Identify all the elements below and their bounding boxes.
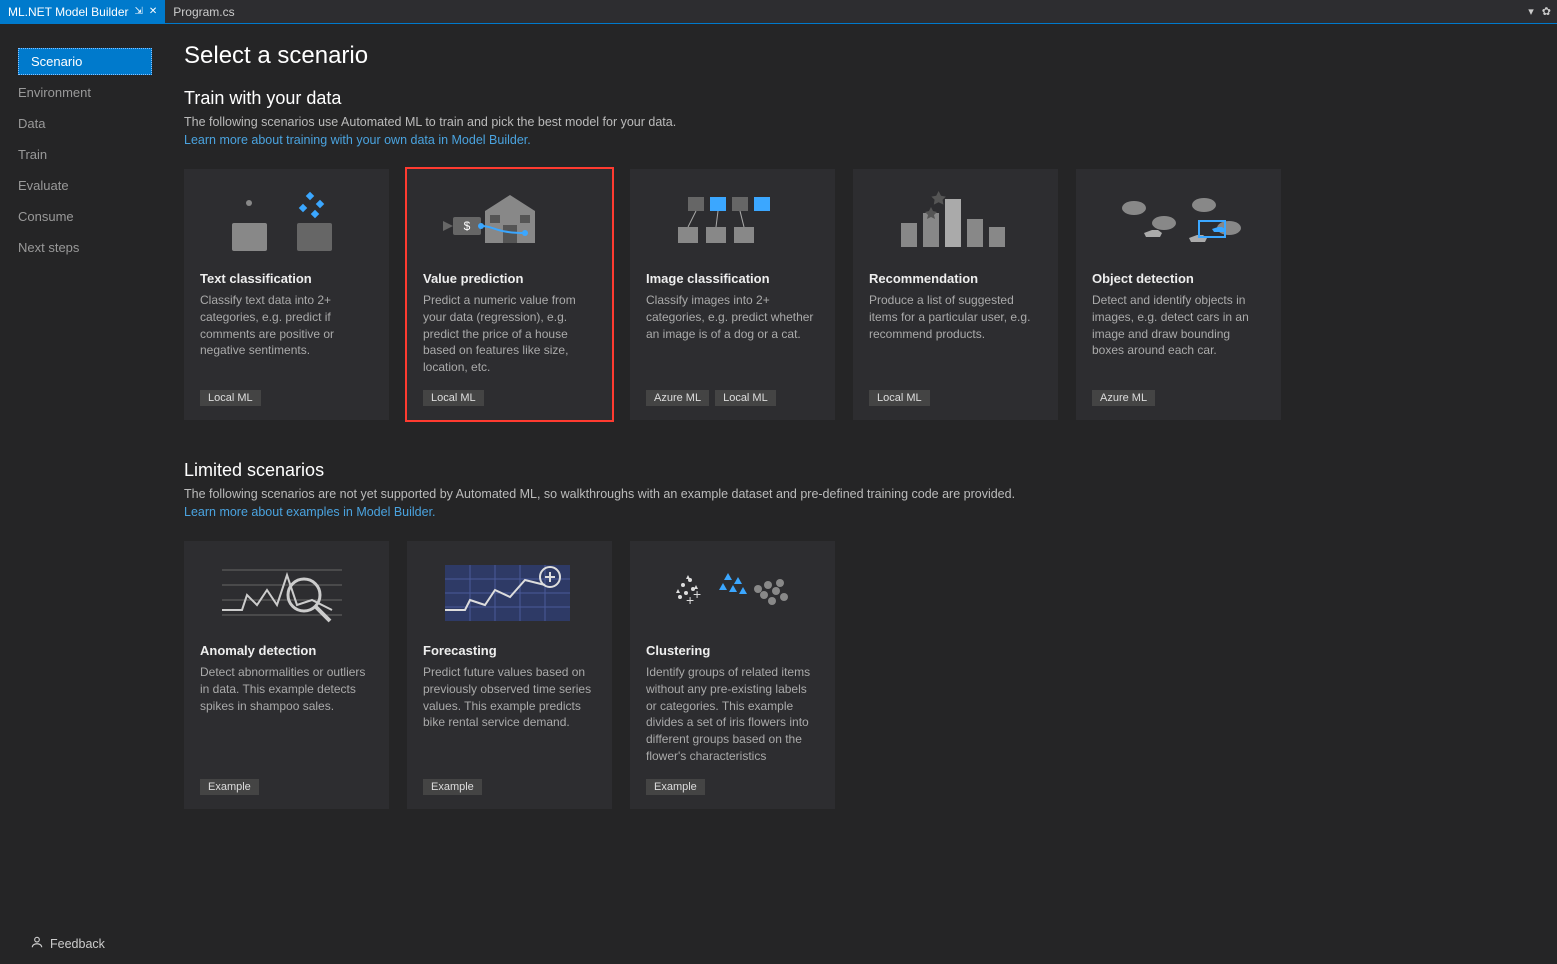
card-illustration-icon: ++ (646, 555, 819, 633)
card-illustration-icon (869, 183, 1042, 261)
card-description: Predict future values based on previousl… (423, 664, 596, 765)
badge: Local ML (200, 390, 261, 406)
card-title: Value prediction (423, 271, 596, 286)
close-icon[interactable]: ✕ (149, 6, 157, 17)
section1-heading: Train with your data (184, 88, 1533, 109)
feedback-link[interactable]: Feedback (30, 935, 105, 952)
card-illustration-icon: $ (423, 183, 596, 261)
feedback-label: Feedback (50, 937, 105, 951)
card-description: Predict a numeric value from your data (… (423, 292, 596, 376)
sidebar-item-train[interactable]: Train (0, 141, 160, 168)
scenario-card[interactable]: Recommendation Produce a list of suggeste… (853, 169, 1058, 420)
card-illustration-icon (200, 555, 373, 633)
scenario-card[interactable]: $ Value prediction Predict a numeric value… (407, 169, 612, 420)
card-badges: Example (200, 779, 373, 795)
scenario-card[interactable]: Object detection Detect and identify obje… (1076, 169, 1281, 420)
svg-text:$: $ (463, 219, 470, 233)
tab-label: Program.cs (173, 5, 234, 19)
section2-link[interactable]: Learn more about examples in Model Build… (184, 505, 436, 519)
card-description: Detect abnormalities or outliers in data… (200, 664, 373, 765)
svg-text:+: + (693, 586, 701, 602)
badge: Local ML (423, 390, 484, 406)
card-illustration-icon (646, 183, 819, 261)
section1-link[interactable]: Learn more about training with your own … (184, 133, 531, 147)
scenario-card[interactable]: Anomaly detection Detect abnormalities or… (184, 541, 389, 809)
page-title: Select a scenario (184, 42, 1533, 70)
card-badges: Azure ML Local ML (646, 390, 819, 406)
chevron-down-icon[interactable]: ▾ (1528, 5, 1534, 18)
badge: Azure ML (646, 390, 709, 406)
card-title: Text classification (200, 271, 373, 286)
tab-bar: ML.NET Model Builder ⇲ ✕ Program.cs ▾ ✿ (0, 0, 1557, 24)
card-illustration-icon (200, 183, 373, 261)
card-title: Clustering (646, 643, 819, 658)
gear-icon[interactable]: ✿ (1542, 5, 1551, 18)
card-title: Recommendation (869, 271, 1042, 286)
sidebar-item-scenario[interactable]: Scenario (18, 48, 152, 75)
card-title: Anomaly detection (200, 643, 373, 658)
sidebar-item-data[interactable]: Data (0, 110, 160, 137)
sidebar-item-next-steps[interactable]: Next steps (0, 234, 160, 261)
main: Scenario Environment Data Train Evaluate… (0, 24, 1557, 964)
card-title: Image classification (646, 271, 819, 286)
tab-label: ML.NET Model Builder (8, 5, 129, 19)
content: Select a scenario Train with your data T… (160, 24, 1557, 964)
card-description: Detect and identify objects in images, e… (1092, 292, 1265, 376)
scenario-card[interactable]: Image classification Classify images into… (630, 169, 835, 420)
sidebar-item-evaluate[interactable]: Evaluate (0, 172, 160, 199)
card-description: Classify text data into 2+ categories, e… (200, 292, 373, 376)
card-badges: Local ML (423, 390, 596, 406)
cards-row-2: Anomaly detection Detect abnormalities or… (184, 541, 1533, 809)
card-title: Forecasting (423, 643, 596, 658)
cards-row-1: Text classification Classify text data in… (184, 169, 1533, 420)
feedback-icon (30, 935, 44, 952)
scenario-card[interactable]: ++ Clustering Identify groups of related i… (630, 541, 835, 809)
card-badges: Azure ML (1092, 390, 1265, 406)
badge: Example (200, 779, 259, 795)
badge: Example (423, 779, 482, 795)
sidebar-item-consume[interactable]: Consume (0, 203, 160, 230)
pin-icon[interactable]: ⇲ (135, 6, 143, 17)
card-badges: Example (646, 779, 819, 795)
section2-sub: The following scenarios are not yet supp… (184, 487, 1533, 501)
card-description: Produce a list of suggested items for a … (869, 292, 1042, 376)
scenario-card[interactable]: Forecasting Predict future values based o… (407, 541, 612, 809)
card-title: Object detection (1092, 271, 1265, 286)
sidebar: Scenario Environment Data Train Evaluate… (0, 24, 160, 964)
card-badges: Local ML (869, 390, 1042, 406)
sidebar-item-environment[interactable]: Environment (0, 79, 160, 106)
tab-bar-controls: ▾ ✿ (1522, 0, 1557, 23)
badge: Example (646, 779, 705, 795)
badge: Local ML (715, 390, 776, 406)
tab-programcs[interactable]: Program.cs (165, 0, 242, 23)
tab-mlnet[interactable]: ML.NET Model Builder ⇲ ✕ (0, 0, 165, 23)
badge: Azure ML (1092, 390, 1155, 406)
scenario-card[interactable]: Text classification Classify text data in… (184, 169, 389, 420)
section1-sub: The following scenarios use Automated ML… (184, 115, 1533, 129)
card-badges: Local ML (200, 390, 373, 406)
section2-heading: Limited scenarios (184, 460, 1533, 481)
card-illustration-icon (423, 555, 596, 633)
badge: Local ML (869, 390, 930, 406)
card-badges: Example (423, 779, 596, 795)
card-description: Identify groups of related items without… (646, 664, 819, 765)
card-description: Classify images into 2+ categories, e.g.… (646, 292, 819, 376)
card-illustration-icon (1092, 183, 1265, 261)
